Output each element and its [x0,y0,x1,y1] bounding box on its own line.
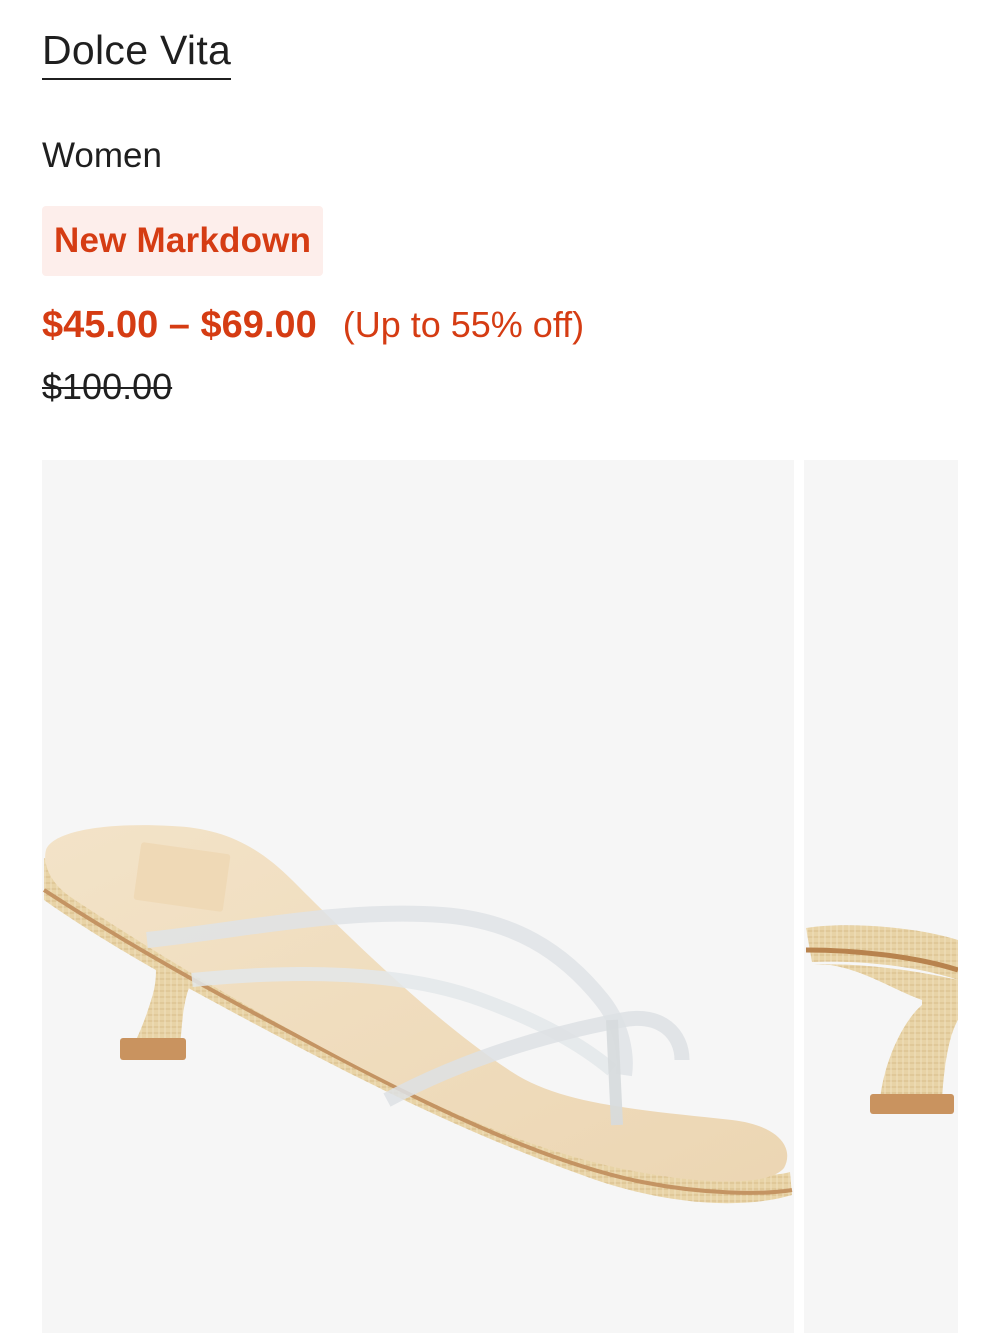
sale-price-range: $45.00 – $69.00 [42,304,317,346]
discount-label: (Up to 55% off) [342,304,585,345]
markdown-badge: New Markdown [42,206,324,276]
price-row: $45.00 – $69.00 (Up to 55% off) [42,304,584,347]
markdown-badge-label: New Markdown [54,221,312,260]
brand-link[interactable]: Dolce Vita [42,24,232,80]
sandal-heel-illustration [805,925,958,1114]
product-image-main[interactable] [42,460,794,1333]
product-image-next[interactable] [804,460,958,1333]
original-price: $100.00 [42,366,173,407]
category-label: Women [42,136,162,175]
product-image-gallery[interactable] [42,460,958,1333]
sandal-illustration [42,825,793,1204]
